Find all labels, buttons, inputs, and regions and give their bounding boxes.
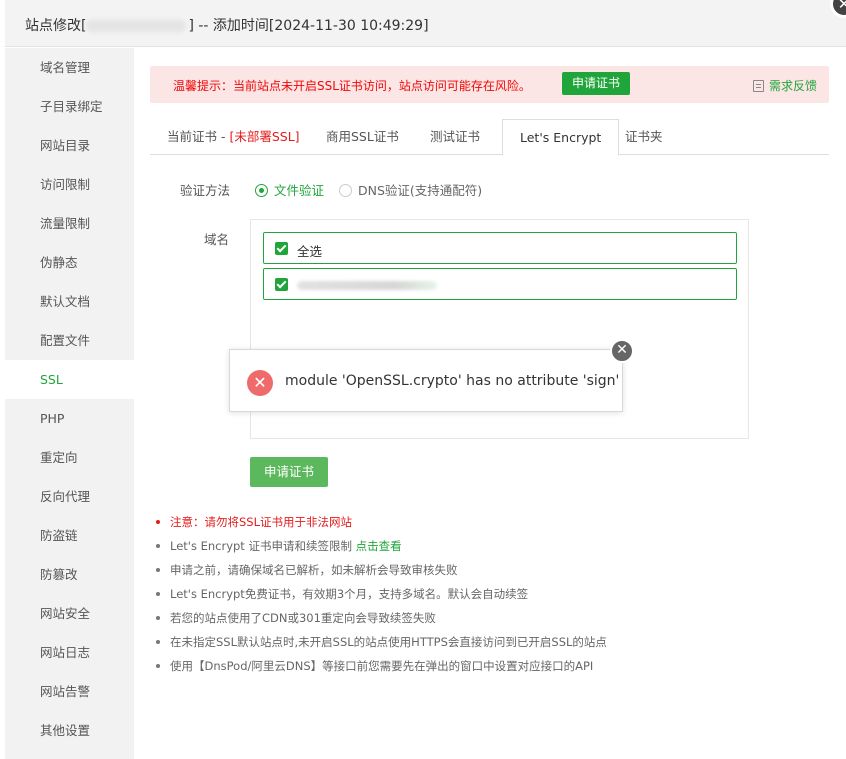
radio-checked-icon [255, 184, 268, 197]
sidebar-item-site-logs[interactable]: 网站日志 [5, 633, 134, 672]
radio-file-verify-label: 文件验证 [274, 183, 325, 198]
sidebar-item-rewrite[interactable]: 伪静态 [5, 243, 134, 282]
list-item: Let's Encrypt免费证书，有效期3个月，支持多域名。默认会自动续签 [154, 582, 607, 606]
banner-apply-cert-button[interactable]: 申请证书 [562, 72, 631, 95]
redacted-domain-name [297, 281, 437, 290]
select-all-checkbox[interactable]: 全选 [263, 232, 737, 264]
error-message: module 'OpenSSL.crypto' has no attribute… [285, 373, 620, 389]
tab-lets-encrypt[interactable]: Let's Encrypt [502, 119, 620, 156]
sidebar-item-hotlink[interactable]: 防盗链 [5, 516, 134, 555]
domain-checkbox[interactable] [263, 268, 737, 300]
list-item: 注意：请勿将SSL证书用于非法网站 [154, 510, 607, 534]
edit-icon [752, 80, 764, 92]
sidebar-item-default-doc[interactable]: 默认文档 [5, 282, 134, 321]
popup-close-icon[interactable]: ✕ [610, 339, 634, 363]
redacted-site-name [86, 20, 187, 32]
window-close-icon[interactable]: ✕ [830, 0, 846, 18]
sidebar-item-access-limit[interactable]: 访问限制 [5, 165, 134, 204]
sidebar-item-reverse-proxy[interactable]: 反向代理 [5, 477, 134, 516]
list-item: 申请之前，请确保域名已解析，如未解析会导致审核失败 [154, 558, 607, 582]
sidebar-item-site-security[interactable]: 网站安全 [5, 594, 134, 633]
apply-cert-button[interactable]: 申请证书 [250, 457, 329, 487]
sidebar-item-redirect[interactable]: 重定向 [5, 438, 134, 477]
radio-unchecked-icon [339, 184, 352, 197]
list-item: Let's Encrypt 证书申请和续签限制 点击查看 [154, 534, 607, 558]
warning-text: 温馨提示：当前站点未开启SSL证书访问，站点访问可能存在风险。 [173, 79, 531, 93]
verify-method-label: 验证方法 [180, 183, 231, 198]
sidebar-item-site-directory[interactable]: 网站目录 [5, 126, 134, 165]
sidebar-item-php[interactable]: PHP [5, 399, 134, 438]
title-prefix: 站点修改[ [25, 18, 87, 34]
sidebar-item-subdir-binding[interactable]: 子目录绑定 [5, 87, 134, 126]
title-bar: 站点修改[ ] -- 添加时间[2024-11-30 10:49:29] ✕ [5, 0, 846, 47]
feedback-label: 需求反馈 [768, 79, 817, 93]
feedback-link[interactable]: 需求反馈 [752, 77, 817, 94]
radio-file-verify[interactable]: 文件验证 [255, 180, 324, 199]
ssl-warning-banner: 温馨提示：当前站点未开启SSL证书访问，站点访问可能存在风险。 申请证书 需求反… [150, 66, 829, 103]
window-title: 站点修改[ ] -- 添加时间[2024-11-30 10:49:29] [25, 15, 429, 35]
list-item: 若您的站点使用了CDN或301重定向会导致续签失败 [154, 606, 607, 630]
ssl-tabs: 当前证书 - [未部署SSL] 商用SSL证书 测试证书 Let's Encry… [150, 119, 829, 156]
tab-current-cert[interactable]: 当前证书 - [未部署SSL] [167, 119, 300, 155]
list-item: 使用【DnsPod/阿里云DNS】等接口前您需要先在弹出的窗口中设置对应接口的A… [154, 654, 607, 678]
sidebar-item-domains[interactable]: 域名管理 [5, 48, 134, 87]
tab-current-cert-label: 当前证书 - [167, 129, 230, 144]
sidebar-item-site-alerts[interactable]: 网站告警 [5, 672, 134, 711]
sidebar-item-traffic-limit[interactable]: 流量限制 [5, 204, 134, 243]
tab-commercial-ssl[interactable]: 商用SSL证书 [326, 119, 399, 155]
tab-cert-folder[interactable]: 证书夹 [625, 119, 663, 155]
checkbox-checked-icon [275, 278, 288, 291]
radio-dns-verify-label: DNS验证(支持通配符) [358, 183, 483, 198]
tab-test-cert[interactable]: 测试证书 [430, 119, 480, 155]
sidebar-item-other-settings[interactable]: 其他设置 [5, 711, 134, 750]
checkbox-checked-icon [275, 242, 288, 255]
sidebar-item-tamper-proof[interactable]: 防篡改 [5, 555, 134, 594]
radio-dns-verify[interactable]: DNS验证(支持通配符) [339, 180, 482, 199]
sidebar: 域名管理 子目录绑定 网站目录 访问限制 流量限制 伪静态 默认文档 配置文件 … [5, 48, 134, 759]
tab-current-cert-status: [未部署SSL] [229, 129, 300, 144]
title-suffix: ] -- 添加时间[2024-11-30 10:49:29] [188, 18, 429, 34]
select-all-label: 全选 [297, 244, 323, 259]
view-limits-link[interactable]: 点击查看 [356, 539, 402, 553]
ssl-notes-list: 注意：请勿将SSL证书用于非法网站 Let's Encrypt 证书申请和续签限… [154, 510, 607, 678]
error-popup: ✕ module 'OpenSSL.crypto' has no attribu… [229, 339, 634, 412]
note-text: Let's Encrypt 证书申请和续签限制 [170, 539, 352, 553]
list-item: 在未指定SSL默认站点时,未开启SSL的站点使用HTTPS会直接访问到已开启SS… [154, 630, 607, 654]
sidebar-item-ssl[interactable]: SSL [5, 360, 134, 399]
sidebar-item-config-file[interactable]: 配置文件 [5, 321, 134, 360]
domain-label: 域名 [204, 232, 230, 247]
error-icon: ✕ [247, 370, 273, 396]
